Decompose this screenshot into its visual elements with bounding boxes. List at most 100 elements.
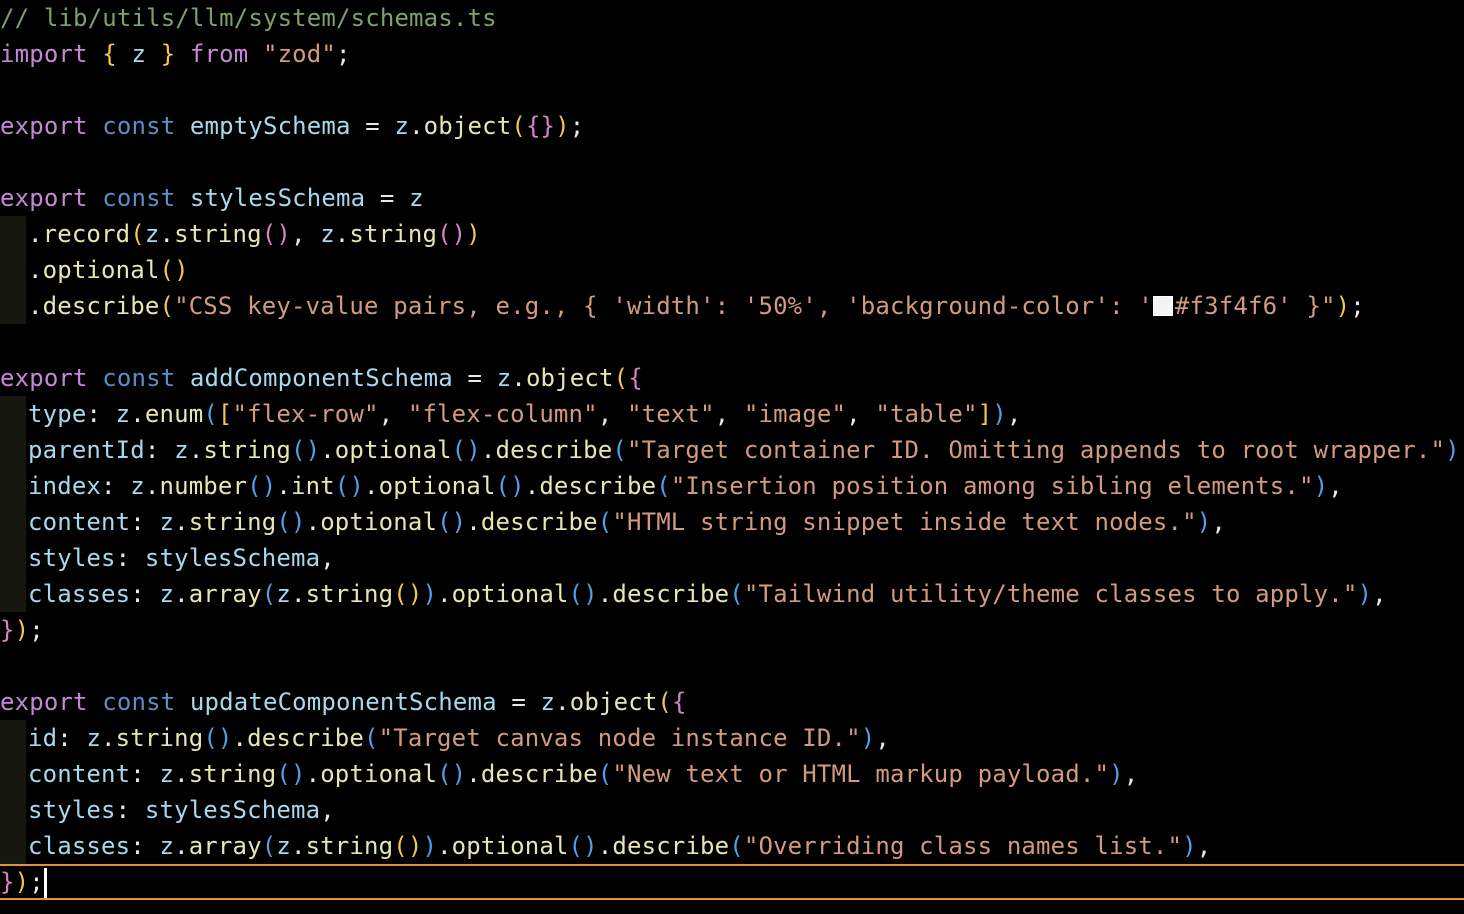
code-token: stylesSchema	[144, 544, 321, 572]
code-token: z	[394, 112, 410, 140]
code-token: (	[729, 832, 744, 860]
code-line[interactable]: ​	[0, 324, 1464, 360]
code-token: describe	[612, 832, 730, 860]
code-token: record	[42, 220, 131, 248]
code-token: ;	[1350, 292, 1365, 320]
code-token: .	[597, 832, 613, 860]
code-token: ()	[247, 472, 277, 500]
code-line[interactable]: .optional()	[0, 252, 1464, 288]
code-token: ,	[597, 400, 627, 428]
code-token: stylesSchema	[189, 184, 366, 212]
code-line[interactable]: id: z.string().describe("Target canvas n…	[0, 720, 1464, 756]
code-token: .	[524, 472, 540, 500]
code-token: z	[115, 400, 131, 428]
code-token: "Tailwind utility/theme classes to apply…	[743, 580, 1358, 608]
code-token: )	[1196, 508, 1212, 536]
code-token: ,	[1211, 508, 1226, 536]
code-line[interactable]: ​	[0, 648, 1464, 684]
code-line[interactable]: .record(z.string(), z.string())	[0, 216, 1464, 252]
code-line[interactable]: export const updateComponentSchema = z.o…	[0, 684, 1464, 720]
code-token: .	[320, 436, 335, 464]
code-token: ()	[437, 220, 467, 248]
code-token: )	[1109, 760, 1124, 788]
code-token: "flex-column"	[407, 400, 598, 428]
code-line[interactable]: styles: stylesSchema,	[0, 540, 1464, 576]
code-token: (	[159, 292, 175, 320]
code-line[interactable]: type: z.enum(["flex-row", "flex-column",…	[0, 396, 1464, 432]
code-token: .	[305, 508, 321, 536]
color-swatch-icon[interactable]	[1152, 296, 1173, 316]
code-token: =	[452, 364, 497, 392]
code-token: const	[102, 364, 176, 392]
code-token: ;	[569, 112, 585, 140]
code-token: addComponentSchema	[189, 364, 453, 392]
code-token: ,	[1006, 400, 1022, 428]
code-token: ,	[875, 724, 890, 752]
code-token: ;	[29, 868, 44, 896]
code-token: int	[290, 472, 335, 500]
code-token: =	[365, 184, 410, 212]
code-token: z	[496, 364, 512, 392]
code-line[interactable]: import { z } from "zod";	[0, 36, 1464, 72]
code-token: .	[290, 580, 306, 608]
code-line[interactable]: classes: z.array(z.string()).optional().…	[0, 828, 1464, 864]
code-token: )	[14, 868, 30, 896]
code-line[interactable]: ​	[0, 144, 1464, 180]
code-token: ,	[1460, 436, 1464, 464]
code-token: ,	[1328, 472, 1343, 500]
code-token: .	[28, 256, 43, 284]
code-line[interactable]: content: z.string().optional().describe(…	[0, 756, 1464, 792]
code-token: }	[0, 616, 15, 644]
code-token: )	[14, 616, 30, 644]
code-line[interactable]: // lib/utils/llm/system/schemas.ts	[0, 0, 1464, 36]
code-line[interactable]: export const emptySchema = z.object({});	[0, 108, 1464, 144]
code-token: describe	[480, 508, 598, 536]
code-token: describe	[247, 724, 365, 752]
code-token: ()	[393, 832, 423, 860]
code-line-current[interactable]: });	[0, 864, 1464, 900]
code-token: .	[276, 472, 291, 500]
code-token: (	[203, 400, 218, 428]
code-token: .	[466, 508, 481, 536]
code-token: ()	[437, 508, 467, 536]
code-line[interactable]: content: z.string().optional().describe(…	[0, 504, 1464, 540]
code-token: z	[116, 40, 161, 68]
code-token: (	[261, 832, 277, 860]
code-token: :	[115, 796, 145, 824]
code-token: :	[86, 400, 116, 428]
code-token: (	[729, 580, 744, 608]
code-token: describe	[539, 472, 657, 500]
code-token: .	[364, 472, 379, 500]
code-token: ()	[437, 760, 467, 788]
code-token: }	[0, 868, 15, 896]
code-token: ()	[203, 724, 233, 752]
code-token: updateComponentSchema	[189, 688, 497, 716]
code-line[interactable]: parentId: z.string().optional().describe…	[0, 432, 1464, 468]
code-line[interactable]: ​	[0, 72, 1464, 108]
code-token: ()	[393, 580, 423, 608]
code-editor[interactable]: // lib/utils/llm/system/schemas.ts import…	[0, 0, 1464, 914]
code-token: .	[555, 688, 570, 716]
code-token: string	[349, 220, 438, 248]
code-token: )	[1357, 580, 1373, 608]
code-token: z	[159, 508, 175, 536]
code-line[interactable]: export const addComponentSchema = z.obje…	[0, 360, 1464, 396]
code-token: styles	[28, 544, 116, 572]
code-token: (	[612, 436, 627, 464]
code-line[interactable]: classes: z.array(z.string()).optional().…	[0, 576, 1464, 612]
code-token: ]	[977, 400, 993, 428]
code-line[interactable]: export const stylesSchema = z	[0, 180, 1464, 216]
code-line[interactable]: index: z.number().int().optional().descr…	[0, 468, 1464, 504]
code-line[interactable]: styles: stylesSchema,	[0, 792, 1464, 828]
code-line[interactable]: });	[0, 612, 1464, 648]
code-token: ,	[714, 400, 744, 428]
code-line[interactable]: .describe("CSS key-value pairs, e.g., { …	[0, 288, 1464, 324]
code-token: (	[130, 220, 145, 248]
code-token: optional	[320, 508, 438, 536]
code-token: from	[189, 40, 249, 68]
code-token: ,	[1372, 580, 1387, 608]
code-token: ()	[159, 256, 189, 284]
